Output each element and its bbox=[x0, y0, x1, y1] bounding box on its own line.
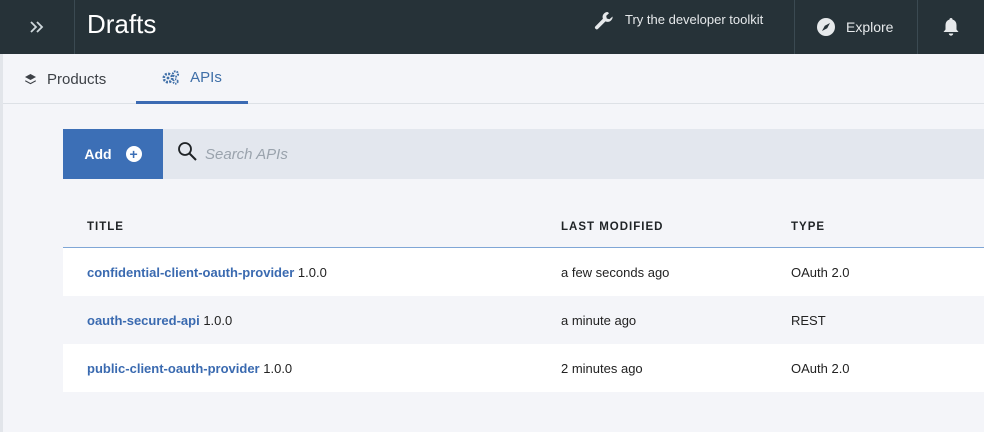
tab-products[interactable]: Products bbox=[24, 54, 106, 104]
api-version: 1.0.0 bbox=[203, 313, 233, 328]
api-name-link[interactable]: public-client-oauth-provider bbox=[87, 361, 260, 376]
expand-sidebar-button[interactable] bbox=[0, 0, 75, 54]
api-version: 1.0.0 bbox=[263, 361, 293, 376]
table-row[interactable]: oauth-secured-api 1.0.0 a minute ago RES… bbox=[63, 296, 984, 344]
add-api-button[interactable]: Add + bbox=[63, 129, 163, 179]
search-icon bbox=[178, 142, 197, 161]
developer-toolkit-link[interactable]: Try the developer toolkit bbox=[593, 0, 763, 54]
last-modified-cell: a few seconds ago bbox=[561, 265, 670, 280]
tab-apis-label: APIs bbox=[190, 69, 222, 86]
api-version: 1.0.0 bbox=[297, 265, 327, 280]
type-cell: OAuth 2.0 bbox=[791, 265, 850, 280]
bell-icon bbox=[943, 18, 959, 36]
last-modified-cell: a minute ago bbox=[561, 313, 637, 328]
table-row[interactable]: confidential-client-oauth-provider 1.0.0… bbox=[63, 248, 984, 296]
apis-table: TITLE LAST MODIFIED TYPE confidential-cl… bbox=[63, 204, 984, 392]
api-title-cell: oauth-secured-api 1.0.0 bbox=[87, 313, 232, 328]
type-cell: OAuth 2.0 bbox=[791, 361, 850, 376]
topbar-divider bbox=[794, 0, 795, 54]
tab-apis[interactable]: APIs bbox=[136, 54, 248, 104]
api-title-cell: public-client-oauth-provider 1.0.0 bbox=[87, 361, 292, 376]
compass-icon bbox=[817, 18, 835, 36]
double-chevron-right-icon bbox=[30, 21, 44, 33]
gears-icon bbox=[162, 70, 180, 85]
api-title-cell: confidential-client-oauth-provider 1.0.0 bbox=[87, 265, 327, 280]
tab-products-label: Products bbox=[47, 70, 107, 88]
developer-toolkit-label: Try the developer toolkit bbox=[625, 12, 764, 27]
add-button-label: Add bbox=[84, 146, 112, 162]
layers-icon bbox=[25, 73, 36, 84]
table-row[interactable]: public-client-oauth-provider 1.0.0 2 min… bbox=[63, 344, 984, 392]
column-header-type[interactable]: TYPE bbox=[791, 221, 825, 233]
page-title: Drafts bbox=[87, 9, 157, 39]
explore-label: Explore bbox=[846, 19, 894, 35]
explore-link[interactable]: Explore bbox=[816, 0, 893, 54]
api-toolbar: Add + bbox=[63, 129, 984, 179]
plus-circle-icon: + bbox=[125, 146, 142, 162]
wrench-icon bbox=[594, 12, 613, 30]
column-header-last-modified[interactable]: LAST MODIFIED bbox=[561, 221, 663, 233]
api-name-link[interactable]: confidential-client-oauth-provider bbox=[87, 265, 294, 280]
notifications-button[interactable] bbox=[918, 0, 984, 54]
type-cell: REST bbox=[791, 313, 826, 328]
column-header-title[interactable]: TITLE bbox=[87, 221, 124, 233]
last-modified-cell: 2 minutes ago bbox=[561, 361, 643, 376]
top-navigation-bar: Drafts Try the developer toolkit Explore bbox=[0, 0, 984, 54]
left-edge-strip bbox=[0, 54, 3, 432]
api-name-link[interactable]: oauth-secured-api bbox=[87, 313, 200, 328]
search-apis-input[interactable] bbox=[203, 141, 703, 167]
table-header: TITLE LAST MODIFIED TYPE bbox=[63, 204, 984, 248]
tab-bar: Products APIs bbox=[3, 54, 984, 104]
